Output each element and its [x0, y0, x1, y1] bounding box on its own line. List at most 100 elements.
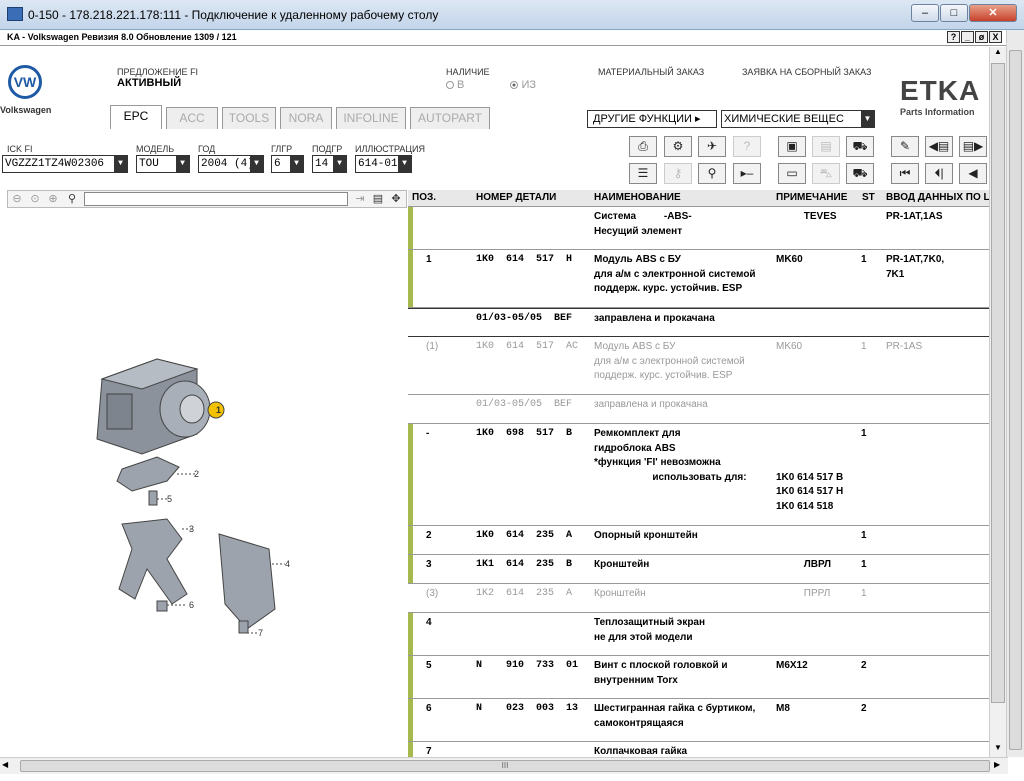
table-row[interactable]: 01/03-05/05 BEF заправлена и прокачана — [408, 395, 989, 424]
car-icon[interactable]: ✈ — [698, 136, 726, 157]
callout-3[interactable]: 3 — [189, 524, 194, 534]
callout-6[interactable]: 6 — [189, 600, 194, 610]
table-row[interactable]: 7 Колпачковая гайка — [408, 742, 989, 757]
expand-icon[interactable]: ✥ — [388, 192, 404, 206]
row-marker — [408, 207, 413, 249]
parts-info-icon[interactable]: ⚙ — [664, 136, 692, 157]
callout-7[interactable]: 7 — [258, 628, 263, 638]
table-row[interactable]: 6 N 023 003 13 Шестигранная гайка с буртик… — [408, 699, 989, 742]
callout-5[interactable]: 5 — [167, 494, 172, 504]
table-row[interactable]: 01/03-05/05 BEF заправлена и прокачана — [408, 308, 989, 337]
export-icon[interactable]: ⇥ — [352, 192, 368, 206]
maximize-button[interactable]: □ — [940, 4, 968, 22]
col-st[interactable]: ST — [862, 192, 875, 203]
tab-tools[interactable]: TOOLS — [222, 107, 276, 129]
search-icon[interactable]: ⚲ — [64, 192, 80, 206]
row-name: Модуль ABS с БУ для а/м с электронной си… — [594, 341, 745, 381]
scroll-up-icon[interactable]: ▲ — [991, 47, 1005, 61]
back-icon[interactable]: ◀ — [959, 163, 987, 184]
col-data-input[interactable]: ВВОД ДАННЫХ ПО L — [886, 192, 990, 203]
minimize-button[interactable]: – — [911, 4, 939, 22]
table-row[interactable]: (1) 1K0 614 517 AC Модуль ABS с БУ для а/м… — [408, 337, 989, 395]
layout-icon[interactable]: ▤ — [370, 192, 386, 206]
chemicals-select[interactable]: ХИМИЧЕСКИЕ ВЕЩЕС ▼ — [721, 110, 875, 128]
row-st: 1 — [861, 588, 867, 599]
scroll-thumb[interactable] — [991, 63, 1005, 703]
cart-add-icon[interactable]: ⛟ — [846, 163, 874, 184]
prev-page-icon[interactable]: ◀▤ — [925, 136, 953, 157]
key-icon[interactable]: ⚷ — [664, 163, 692, 184]
question-icon[interactable]: ? — [733, 136, 761, 157]
app-minimize-button[interactable]: _ — [961, 31, 974, 43]
pin-icon[interactable]: ✎ — [891, 136, 919, 157]
close-button[interactable]: ✕ — [969, 4, 1017, 22]
fi-label: ICK FI — [7, 144, 33, 154]
table-row[interactable]: 1 1K0 614 517 H Модуль ABS с БУ для а/м с … — [408, 250, 989, 308]
help-button[interactable]: ? — [947, 31, 960, 43]
row-st: 2 — [861, 660, 867, 671]
window-vertical-scrollbar[interactable] — [1006, 30, 1024, 757]
table-row[interactable]: 5 N 910 733 01 Винт с плоской головкой и в… — [408, 656, 989, 699]
tab-autopart[interactable]: AUTOPART — [410, 107, 490, 129]
col-pos[interactable]: ПОЗ. — [412, 192, 436, 203]
col-part-number[interactable]: НОМЕР ДЕТАЛИ — [476, 192, 556, 203]
table-vertical-scrollbar[interactable]: ▲ ▼ — [989, 47, 1006, 757]
glgr-select[interactable]: 6 ▼ — [271, 155, 304, 173]
col-note[interactable]: ПРИМЕЧАНИЕ — [776, 192, 847, 203]
table-row[interactable]: 2 1K0 614 235 A Опорный кронштейн 1 — [408, 526, 989, 555]
col-name[interactable]: НАИМЕНОВАНИЕ — [594, 192, 681, 203]
podgr-select[interactable]: 14 ▼ — [312, 155, 347, 173]
tab-nora[interactable]: NORA — [280, 107, 332, 129]
h-scroll-thumb[interactable]: III — [20, 760, 990, 772]
callout-1[interactable]: 1 — [216, 405, 221, 415]
tab-epc[interactable]: EPC — [110, 105, 162, 129]
screen-icon[interactable]: ▭ — [778, 163, 806, 184]
zoom-in-icon[interactable]: ⊕ — [45, 192, 61, 206]
year-select[interactable]: 2004 (4) ▼ — [198, 155, 264, 173]
table-row[interactable]: 3 1K1 614 235 B Кронштейн ЛВРЛ 1 — [408, 555, 989, 584]
row-note: M6X12 — [776, 660, 808, 671]
callout-2[interactable]: 2 — [194, 469, 199, 479]
table-row[interactable]: (3) 1K2 614 235 A Кронштейн ПРРЛ 1 — [408, 584, 989, 613]
car-gray-icon[interactable]: ⛍ — [812, 163, 840, 184]
tab-infoline[interactable]: INFOLINE — [336, 107, 406, 129]
illus-select[interactable]: 614-010 ▼ — [355, 155, 412, 173]
zoom-out-icon[interactable]: ⊖ — [9, 192, 25, 206]
window-scroll-thumb[interactable] — [1009, 50, 1022, 750]
scroll-down-icon[interactable]: ▼ — [991, 743, 1005, 757]
table-row[interactable]: 4 Теплозащитный экран не для этой модели — [408, 613, 989, 656]
horizontal-scrollbar[interactable]: ◀ III ▶ — [0, 757, 1008, 774]
list-icon[interactable]: ☰ — [629, 163, 657, 184]
scroll-right-icon[interactable]: ▶ — [994, 760, 1006, 772]
play-minus-icon[interactable]: ▸– — [733, 163, 761, 184]
illustration-toolbar: ⊖ ⊙ ⊕ ⚲ ⇥ ▤ ✥ — [7, 190, 407, 208]
zoom-fit-icon[interactable]: ⊙ — [27, 192, 43, 206]
next-page-icon[interactable]: ▤▶ — [959, 136, 987, 157]
bicycle-icon[interactable]: ⚲ — [698, 163, 726, 184]
elsa-icon[interactable]: ▣ — [778, 136, 806, 157]
fi-select[interactable]: VGZZZ1TZ4W02306 ▼ — [2, 155, 128, 173]
other-functions-button[interactable]: ДРУГИЕ ФУНКЦИИ ▸ — [587, 110, 717, 128]
app-close-button[interactable]: X — [989, 31, 1002, 43]
prev-icon[interactable]: ⏴| — [925, 163, 953, 184]
assembly-order-link[interactable]: ЗАЯВКА НА СБОРНЫЙ ЗАКАЗ — [742, 67, 871, 77]
callout-4[interactable]: 4 — [285, 559, 290, 569]
avail-radio-in[interactable] — [446, 81, 454, 89]
first-icon[interactable]: ⏮ — [891, 163, 919, 184]
material-order-link[interactable]: МАТЕРИАЛЬНЫЙ ЗАКАЗ — [598, 67, 704, 77]
model-select[interactable]: TOU ▼ — [136, 155, 190, 173]
table-row[interactable]: Система -ABS- Несущий элемент TEVES PR-1A… — [408, 207, 989, 250]
row-part-number: 1K0 614 235 A — [476, 530, 573, 541]
tab-acc[interactable]: ACC — [166, 107, 218, 129]
depot-icon[interactable]: ▤ — [812, 136, 840, 157]
avail-radio-out[interactable] — [510, 81, 519, 89]
table-row[interactable]: - 1K0 698 517 B Ремкомплект для гидроблока… — [408, 424, 989, 526]
scroll-left-icon[interactable]: ◀ — [2, 760, 14, 772]
offer-label: ПРЕДЛОЖЕНИЕ FI — [117, 67, 199, 77]
app-restore-button[interactable]: ø — [975, 31, 988, 43]
illustration-search-input[interactable] — [84, 192, 348, 206]
row-name: Кронштейн — [594, 559, 650, 570]
cart-icon[interactable]: ⛟ — [846, 136, 874, 157]
print-icon[interactable]: ⎙ — [629, 136, 657, 157]
brand-label: Volkswagen — [0, 105, 52, 115]
